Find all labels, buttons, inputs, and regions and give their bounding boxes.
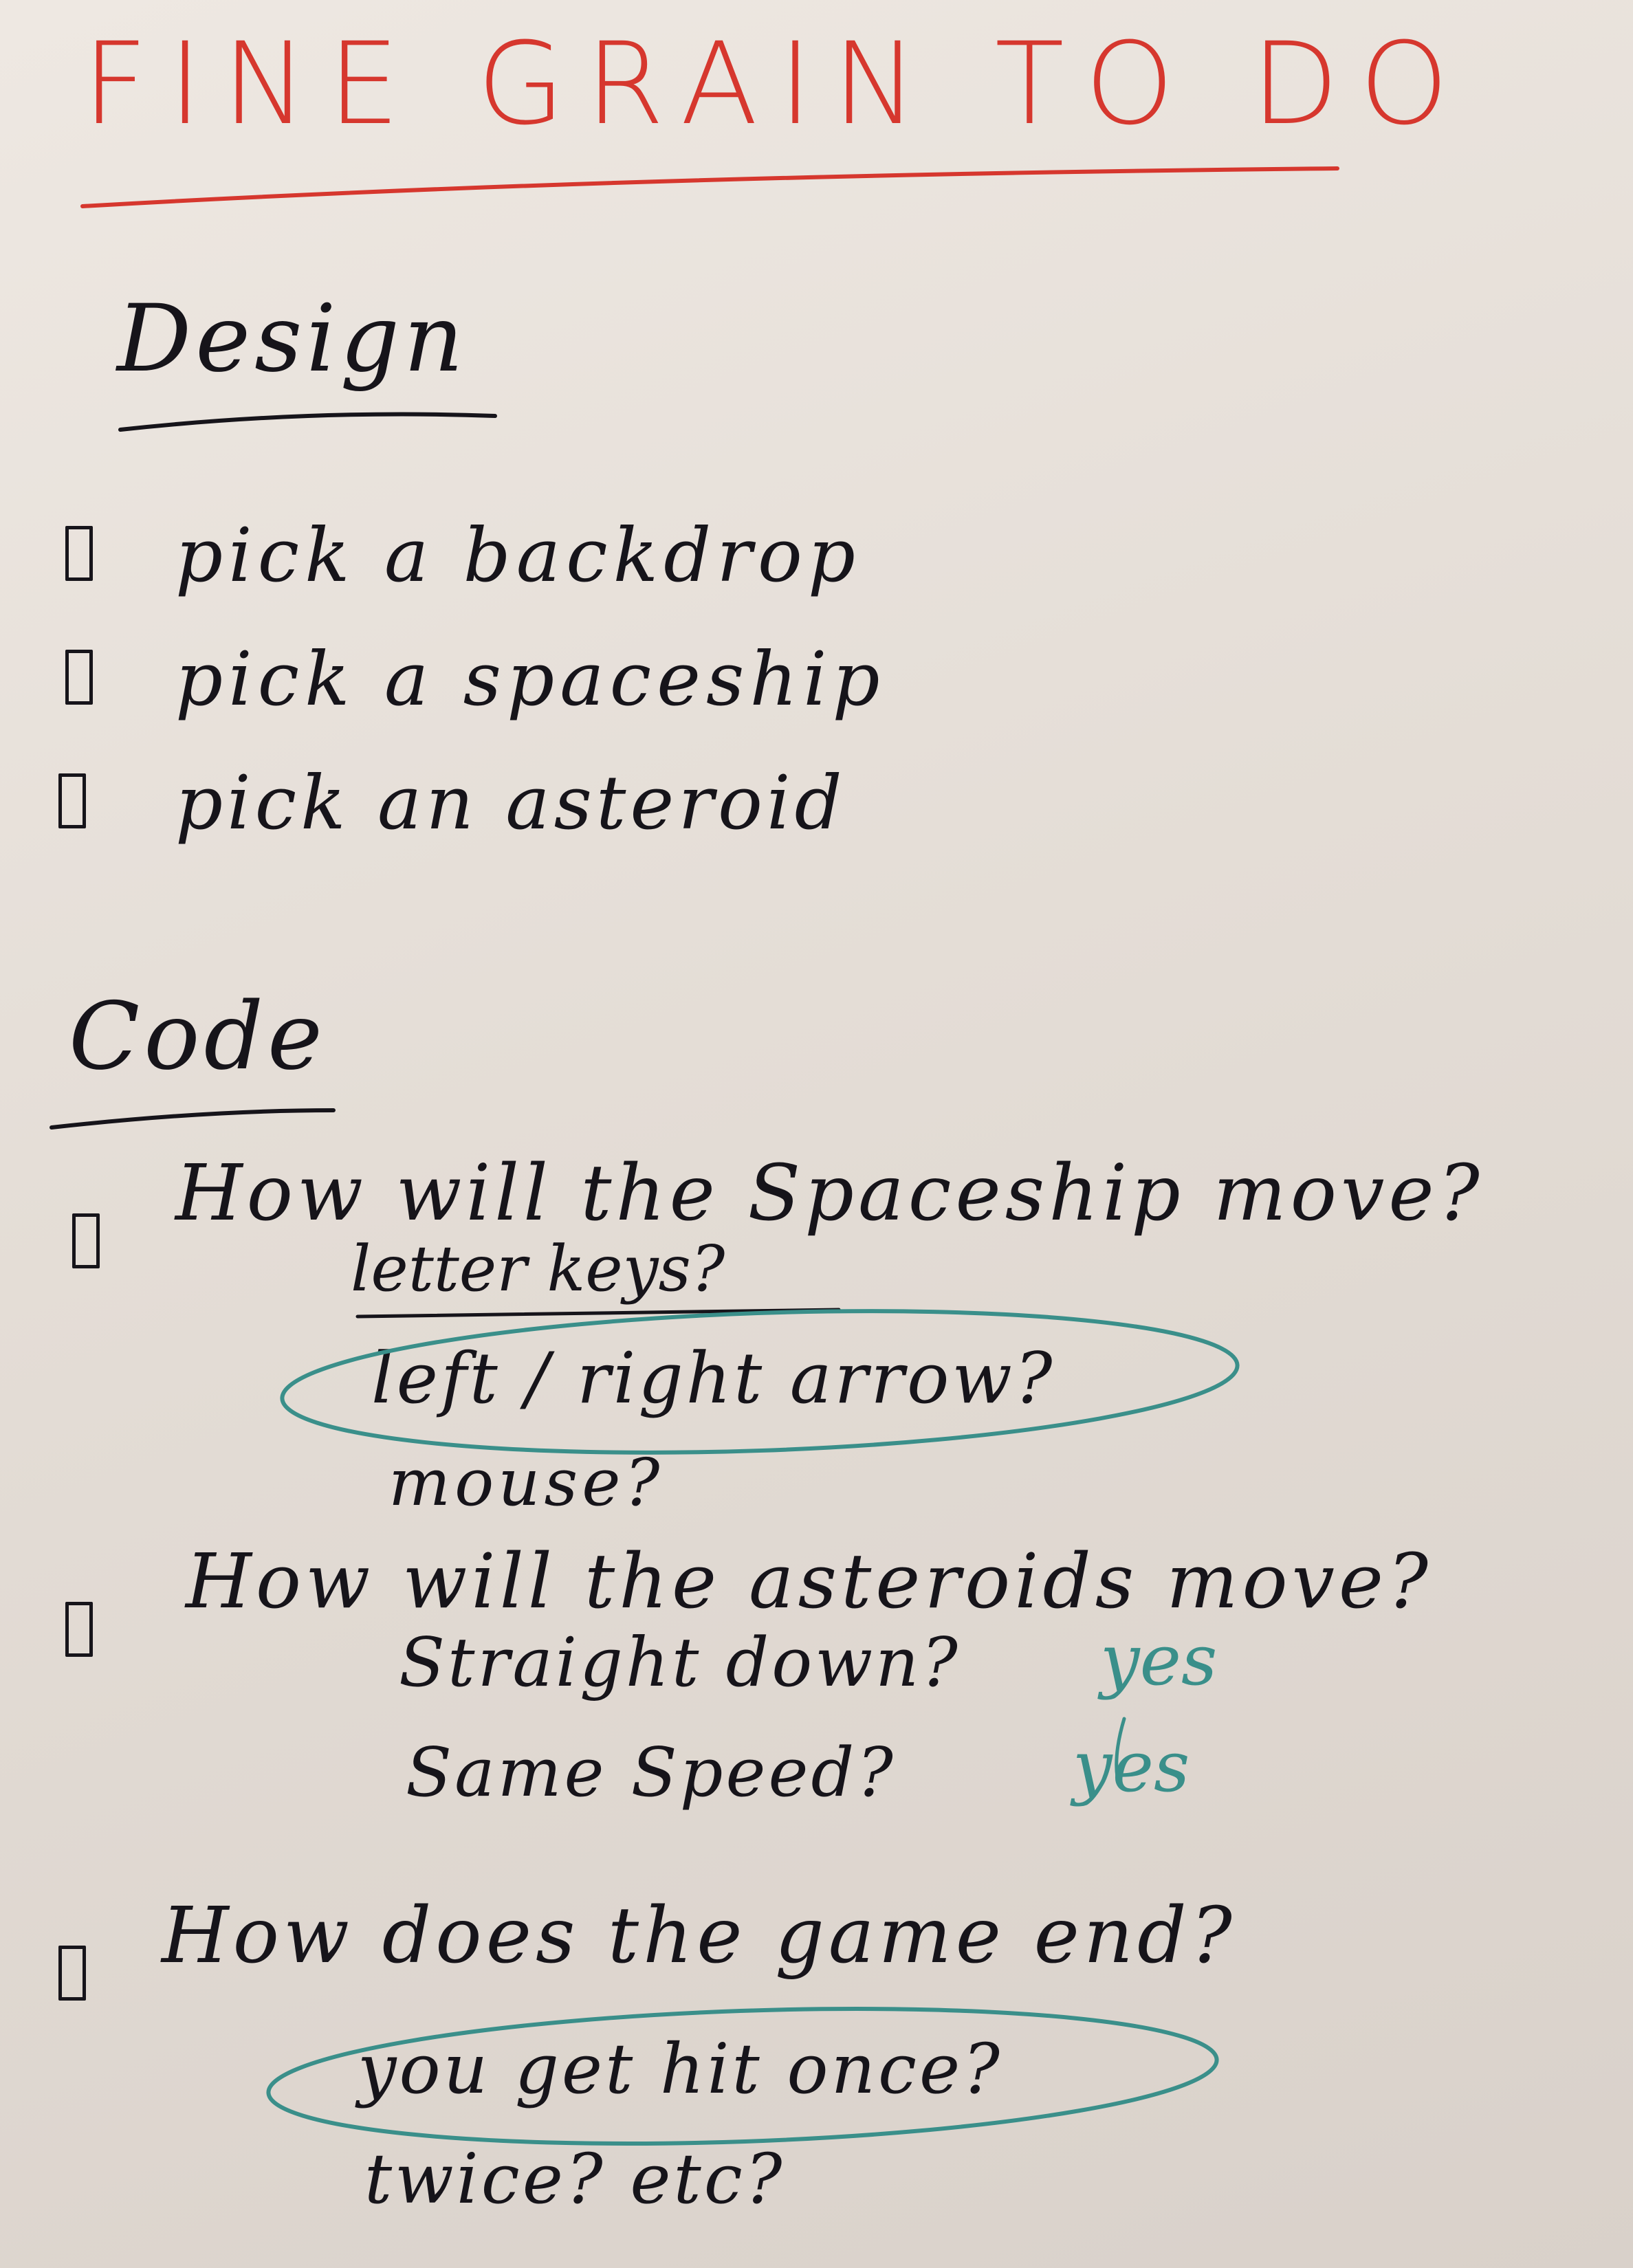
design-underline xyxy=(118,412,497,432)
design-item-backdrop: pick a backdrop xyxy=(175,513,862,599)
code-underline xyxy=(50,1108,336,1130)
option-same-speed: Same Speed? xyxy=(406,1734,896,1812)
checkbox-game-end[interactable] xyxy=(58,1946,86,2001)
option-straight-down: Straight down? xyxy=(399,1624,961,1702)
option-hit-once: you get hit once? xyxy=(358,2029,1002,2109)
checkbox-asteroid[interactable] xyxy=(58,773,86,828)
option-letter-keys: letter keys? xyxy=(351,1232,725,1306)
question-asteroids-move: How will the asteroids move? xyxy=(186,1537,1432,1625)
title-underline xyxy=(80,166,1339,208)
question-spaceship-move: How will the Spaceship move? xyxy=(175,1149,1484,1238)
checkbox-asteroids-move[interactable] xyxy=(65,1602,93,1657)
code-heading: Code xyxy=(69,982,327,1090)
checkbox-backdrop[interactable] xyxy=(65,526,93,581)
option-left-right-arrow: left / right arrow? xyxy=(371,1338,1055,1420)
design-item-asteroid: pick an asteroid xyxy=(175,760,846,846)
checkbox-spaceship-move[interactable] xyxy=(72,1213,100,1268)
answer-same-speed: yes xyxy=(1073,1726,1190,1808)
answer-straight-down: yes xyxy=(1100,1620,1218,1702)
design-item-spaceship: pick a spaceship xyxy=(175,637,886,723)
checkbox-spaceship[interactable] xyxy=(65,650,93,705)
whiteboard: FINE GRAIN TO DO Design pick a backdrop … xyxy=(0,0,1633,2268)
option-mouse: mouse? xyxy=(388,1445,664,1521)
option-twice-etc: twice? etc? xyxy=(364,2139,785,2219)
letter-keys-strike xyxy=(355,1308,841,1319)
question-game-end: How does the game end? xyxy=(162,1891,1236,1981)
page-title: FINE GRAIN TO DO xyxy=(83,18,1469,150)
design-heading: Design xyxy=(117,285,468,393)
